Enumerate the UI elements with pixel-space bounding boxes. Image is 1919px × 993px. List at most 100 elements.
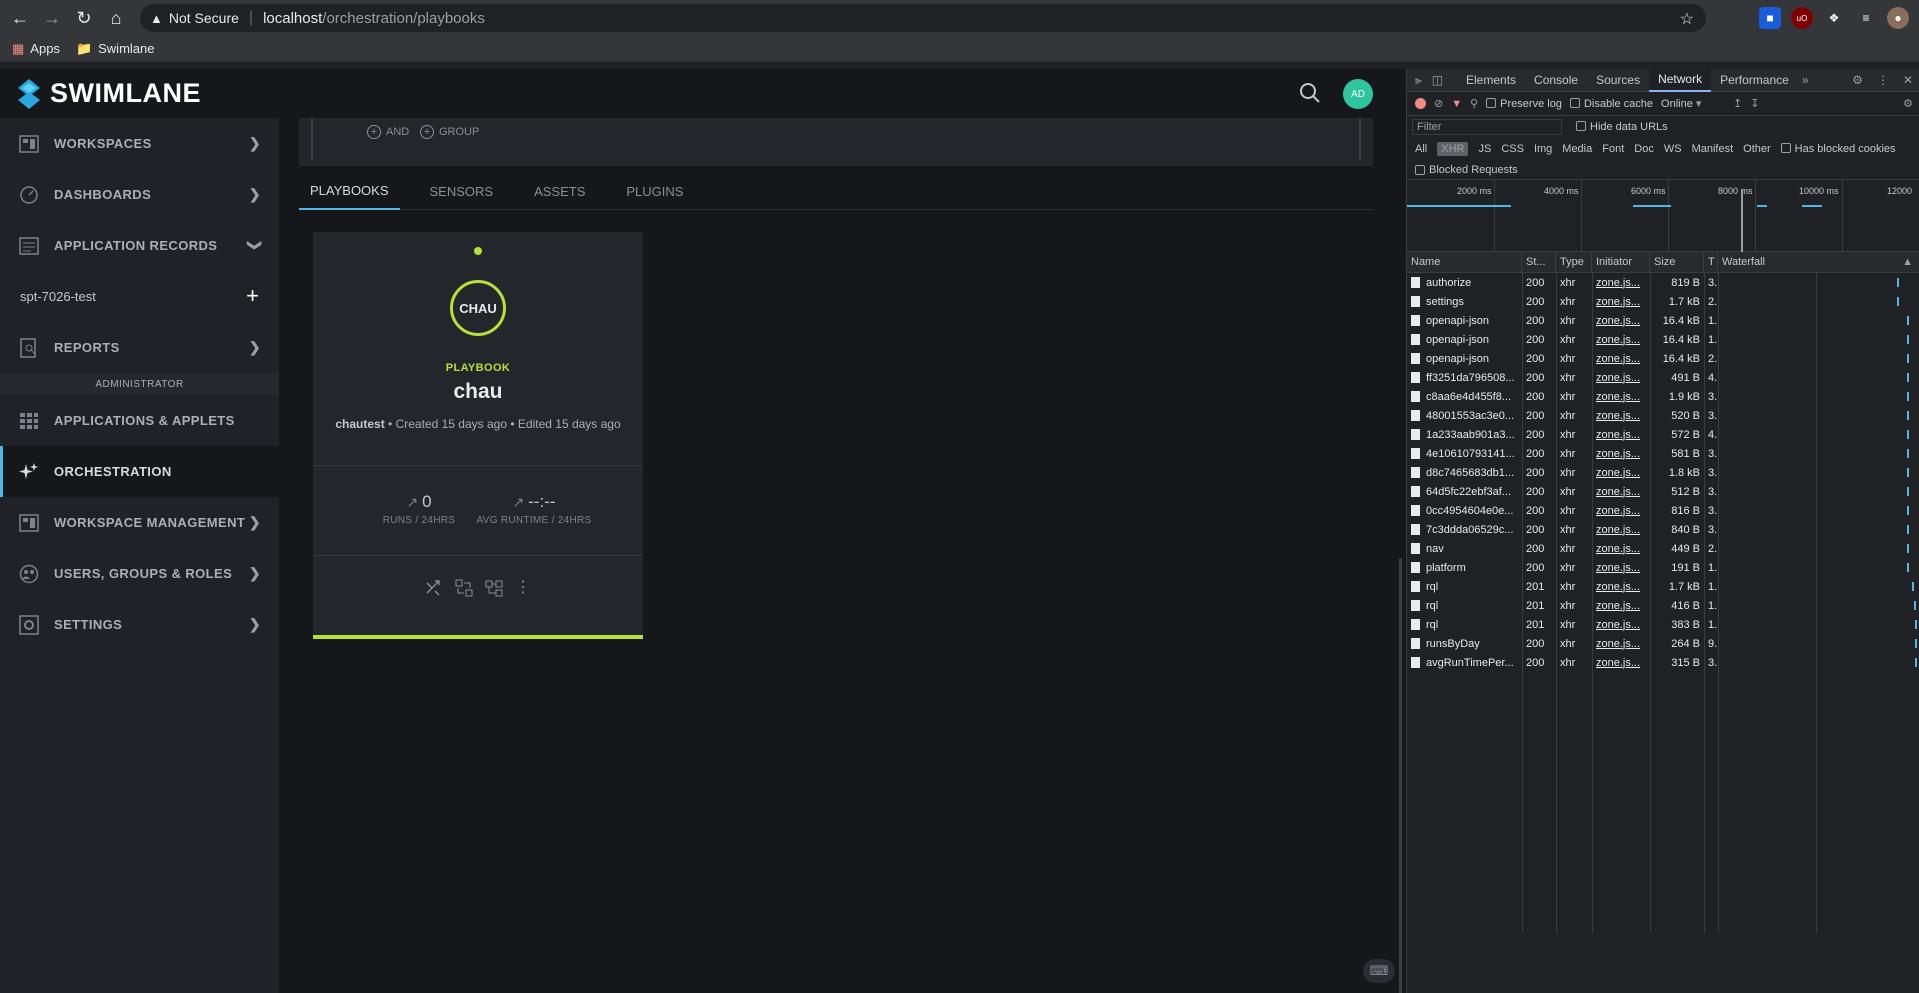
network-request-row[interactable]: 64d5fc22ebf3af... 200 xhr zone.js... 512 B 3. <box>1407 482 1919 501</box>
close-icon[interactable]: ✕ <box>1903 73 1913 87</box>
playbook-card[interactable]: CHAU PLAYBOOK chau chautest • Created 15… <box>313 232 643 639</box>
playbook-name[interactable]: chau <box>313 380 643 404</box>
network-request-row[interactable]: 7c3ddda06529c... 200 xhr zone.js... 840 B 3. <box>1407 520 1919 539</box>
type-js[interactable]: JS <box>1478 143 1491 155</box>
forward-arrow-icon[interactable]: → <box>40 6 64 30</box>
hide-data-urls-checkbox[interactable]: Hide data URLs <box>1576 121 1668 133</box>
scrollbar[interactable] <box>1399 558 1402 993</box>
nav-applications-applets[interactable]: APPLICATIONS & APPLETS <box>0 395 279 446</box>
devtools-tab-elements[interactable]: Elements <box>1457 69 1525 92</box>
profile-avatar-icon[interactable]: ● <box>1887 7 1909 29</box>
col-status[interactable]: St... <box>1522 252 1556 272</box>
nav-settings[interactable]: SETTINGS ❯ <box>0 599 279 650</box>
network-request-row[interactable]: d8c7465683db1... 200 xhr zone.js... 1.8 kB 3. <box>1407 463 1919 482</box>
devtools-tab-console[interactable]: Console <box>1525 69 1587 92</box>
request-initiator[interactable]: zone.js... <box>1592 368 1650 387</box>
col-time[interactable]: T <box>1704 252 1718 272</box>
request-initiator[interactable]: zone.js... <box>1592 273 1650 292</box>
puzzle-extensions-icon[interactable]: ❖ <box>1823 7 1845 29</box>
add-and-condition-button[interactable]: + AND <box>367 125 409 139</box>
type-all[interactable]: All <box>1415 143 1427 155</box>
nav-application-records[interactable]: APPLICATION RECORDS ❯ <box>0 220 279 271</box>
keyboard-icon[interactable]: ⌨ <box>1363 959 1395 983</box>
more-vertical-icon[interactable]: ⋮ <box>1877 73 1889 87</box>
type-doc[interactable]: Doc <box>1634 143 1654 155</box>
nav-reports[interactable]: REPORTS ❯ <box>0 322 279 373</box>
col-initiator[interactable]: Initiator <box>1592 252 1650 272</box>
request-initiator[interactable]: zone.js... <box>1592 387 1650 406</box>
nav-workspaces[interactable]: WORKSPACES ❯ <box>0 118 279 169</box>
flow-diagram-icon[interactable] <box>485 579 503 597</box>
filter-funnel-icon[interactable]: ▼ <box>1451 98 1462 110</box>
network-request-row[interactable]: c8aa6e4d455f8... 200 xhr zone.js... 1.9 kB 3. <box>1407 387 1919 406</box>
reading-list-icon[interactable]: ≡ <box>1855 7 1877 29</box>
request-initiator[interactable]: zone.js... <box>1592 653 1650 672</box>
add-group-button[interactable]: + GROUP <box>420 125 479 139</box>
bitwarden-extension-icon[interactable]: ■ <box>1759 7 1781 29</box>
request-initiator[interactable]: zone.js... <box>1592 425 1650 444</box>
search-icon[interactable] <box>1299 82 1321 104</box>
type-manifest[interactable]: Manifest <box>1692 143 1734 155</box>
request-initiator[interactable]: zone.js... <box>1592 349 1650 368</box>
back-arrow-icon[interactable]: ← <box>8 6 32 30</box>
request-initiator[interactable]: zone.js... <box>1592 539 1650 558</box>
shuffle-icon[interactable] <box>425 579 443 597</box>
network-request-row[interactable]: authorize 200 xhr zone.js... 819 B 3. <box>1407 273 1919 292</box>
reload-icon[interactable]: ↻ <box>72 6 96 30</box>
type-media[interactable]: Media <box>1562 143 1592 155</box>
request-initiator[interactable]: zone.js... <box>1592 292 1650 311</box>
network-request-row[interactable]: 1a233aab901a3... 200 xhr zone.js... 572 B 4. <box>1407 425 1919 444</box>
network-request-row[interactable]: rql 201 xhr zone.js... 416 B 1. <box>1407 596 1919 615</box>
network-request-row[interactable]: 0cc4954604e0e... 200 xhr zone.js... 816 B 3. <box>1407 501 1919 520</box>
request-initiator[interactable]: zone.js... <box>1592 615 1650 634</box>
devtools-tab-network[interactable]: Network <box>1649 68 1712 92</box>
col-type[interactable]: Type <box>1556 252 1592 272</box>
type-font[interactable]: Font <box>1602 143 1624 155</box>
device-toggle-icon[interactable]: ◫ <box>1432 73 1443 88</box>
request-initiator[interactable]: zone.js... <box>1592 634 1650 653</box>
network-request-row[interactable]: settings 200 xhr zone.js... 1.7 kB 2. <box>1407 292 1919 311</box>
swap-icon[interactable] <box>455 579 473 597</box>
search-icon[interactable]: ⚲ <box>1470 97 1478 110</box>
inspect-element-icon[interactable]: ⫸ <box>1415 73 1422 88</box>
network-request-row[interactable]: 48001553ac3e0... 200 xhr zone.js... 520 B 3. <box>1407 406 1919 425</box>
network-request-row[interactable]: avgRunTimePer... 200 xhr zone.js... 315 B 3. <box>1407 653 1919 672</box>
preserve-log-checkbox[interactable]: Preserve log <box>1486 97 1562 110</box>
network-request-row[interactable]: 4e10610793141... 200 xhr zone.js... 581 B 3. <box>1407 444 1919 463</box>
network-settings-icon[interactable]: ⚙ <box>1903 97 1913 110</box>
throttle-select[interactable]: Online ▾ <box>1661 97 1725 110</box>
request-initiator[interactable]: zone.js... <box>1592 596 1650 615</box>
request-initiator[interactable]: zone.js... <box>1592 330 1650 349</box>
network-request-row[interactable]: rql 201 xhr zone.js... 1.7 kB 1. <box>1407 577 1919 596</box>
nav-workspace-management[interactable]: WORKSPACE MANAGEMENT ❯ <box>0 497 279 548</box>
add-icon[interactable]: + <box>246 283 259 309</box>
export-har-icon[interactable]: ↧ <box>1750 97 1759 110</box>
network-request-row[interactable]: platform 200 xhr zone.js... 191 B 1. <box>1407 558 1919 577</box>
more-tabs-icon[interactable]: » <box>1802 73 1809 87</box>
type-xhr[interactable]: XHR <box>1437 142 1469 156</box>
request-initiator[interactable]: zone.js... <box>1592 463 1650 482</box>
network-request-row[interactable]: nav 200 xhr zone.js... 449 B 2. <box>1407 539 1919 558</box>
request-initiator[interactable]: zone.js... <box>1592 577 1650 596</box>
request-initiator[interactable]: zone.js... <box>1592 482 1650 501</box>
type-other[interactable]: Other <box>1743 143 1771 155</box>
type-css[interactable]: CSS <box>1501 143 1524 155</box>
col-size[interactable]: Size <box>1650 252 1704 272</box>
tab-playbooks[interactable]: PLAYBOOKS <box>299 173 400 210</box>
col-waterfall[interactable]: Waterfall ▲ <box>1718 252 1919 272</box>
blocked-requests-checkbox[interactable]: Blocked Requests <box>1407 160 1919 180</box>
nav-users-groups-roles[interactable]: USERS, GROUPS & ROLES ❯ <box>0 548 279 599</box>
network-filter-input[interactable]: Filter <box>1412 119 1562 135</box>
record-icon[interactable] <box>1415 98 1426 109</box>
tab-plugins[interactable]: PLUGINS <box>615 173 694 210</box>
nav-dashboards[interactable]: DASHBOARDS ❯ <box>0 169 279 220</box>
settings-gear-icon[interactable]: ⚙ <box>1852 73 1863 87</box>
request-initiator[interactable]: zone.js... <box>1592 444 1650 463</box>
network-overview-timeline[interactable]: 2000 ms 4000 ms 6000 ms 8000 ms 10000 ms… <box>1407 180 1919 252</box>
request-initiator[interactable]: zone.js... <box>1592 501 1650 520</box>
clear-icon[interactable]: ⊘ <box>1434 97 1443 110</box>
network-request-row[interactable]: rql 201 xhr zone.js... 383 B 1. <box>1407 615 1919 634</box>
nav-orchestration[interactable]: ORCHESTRATION <box>0 446 279 497</box>
devtools-tab-sources[interactable]: Sources <box>1587 69 1649 92</box>
col-name[interactable]: Name <box>1407 252 1522 272</box>
